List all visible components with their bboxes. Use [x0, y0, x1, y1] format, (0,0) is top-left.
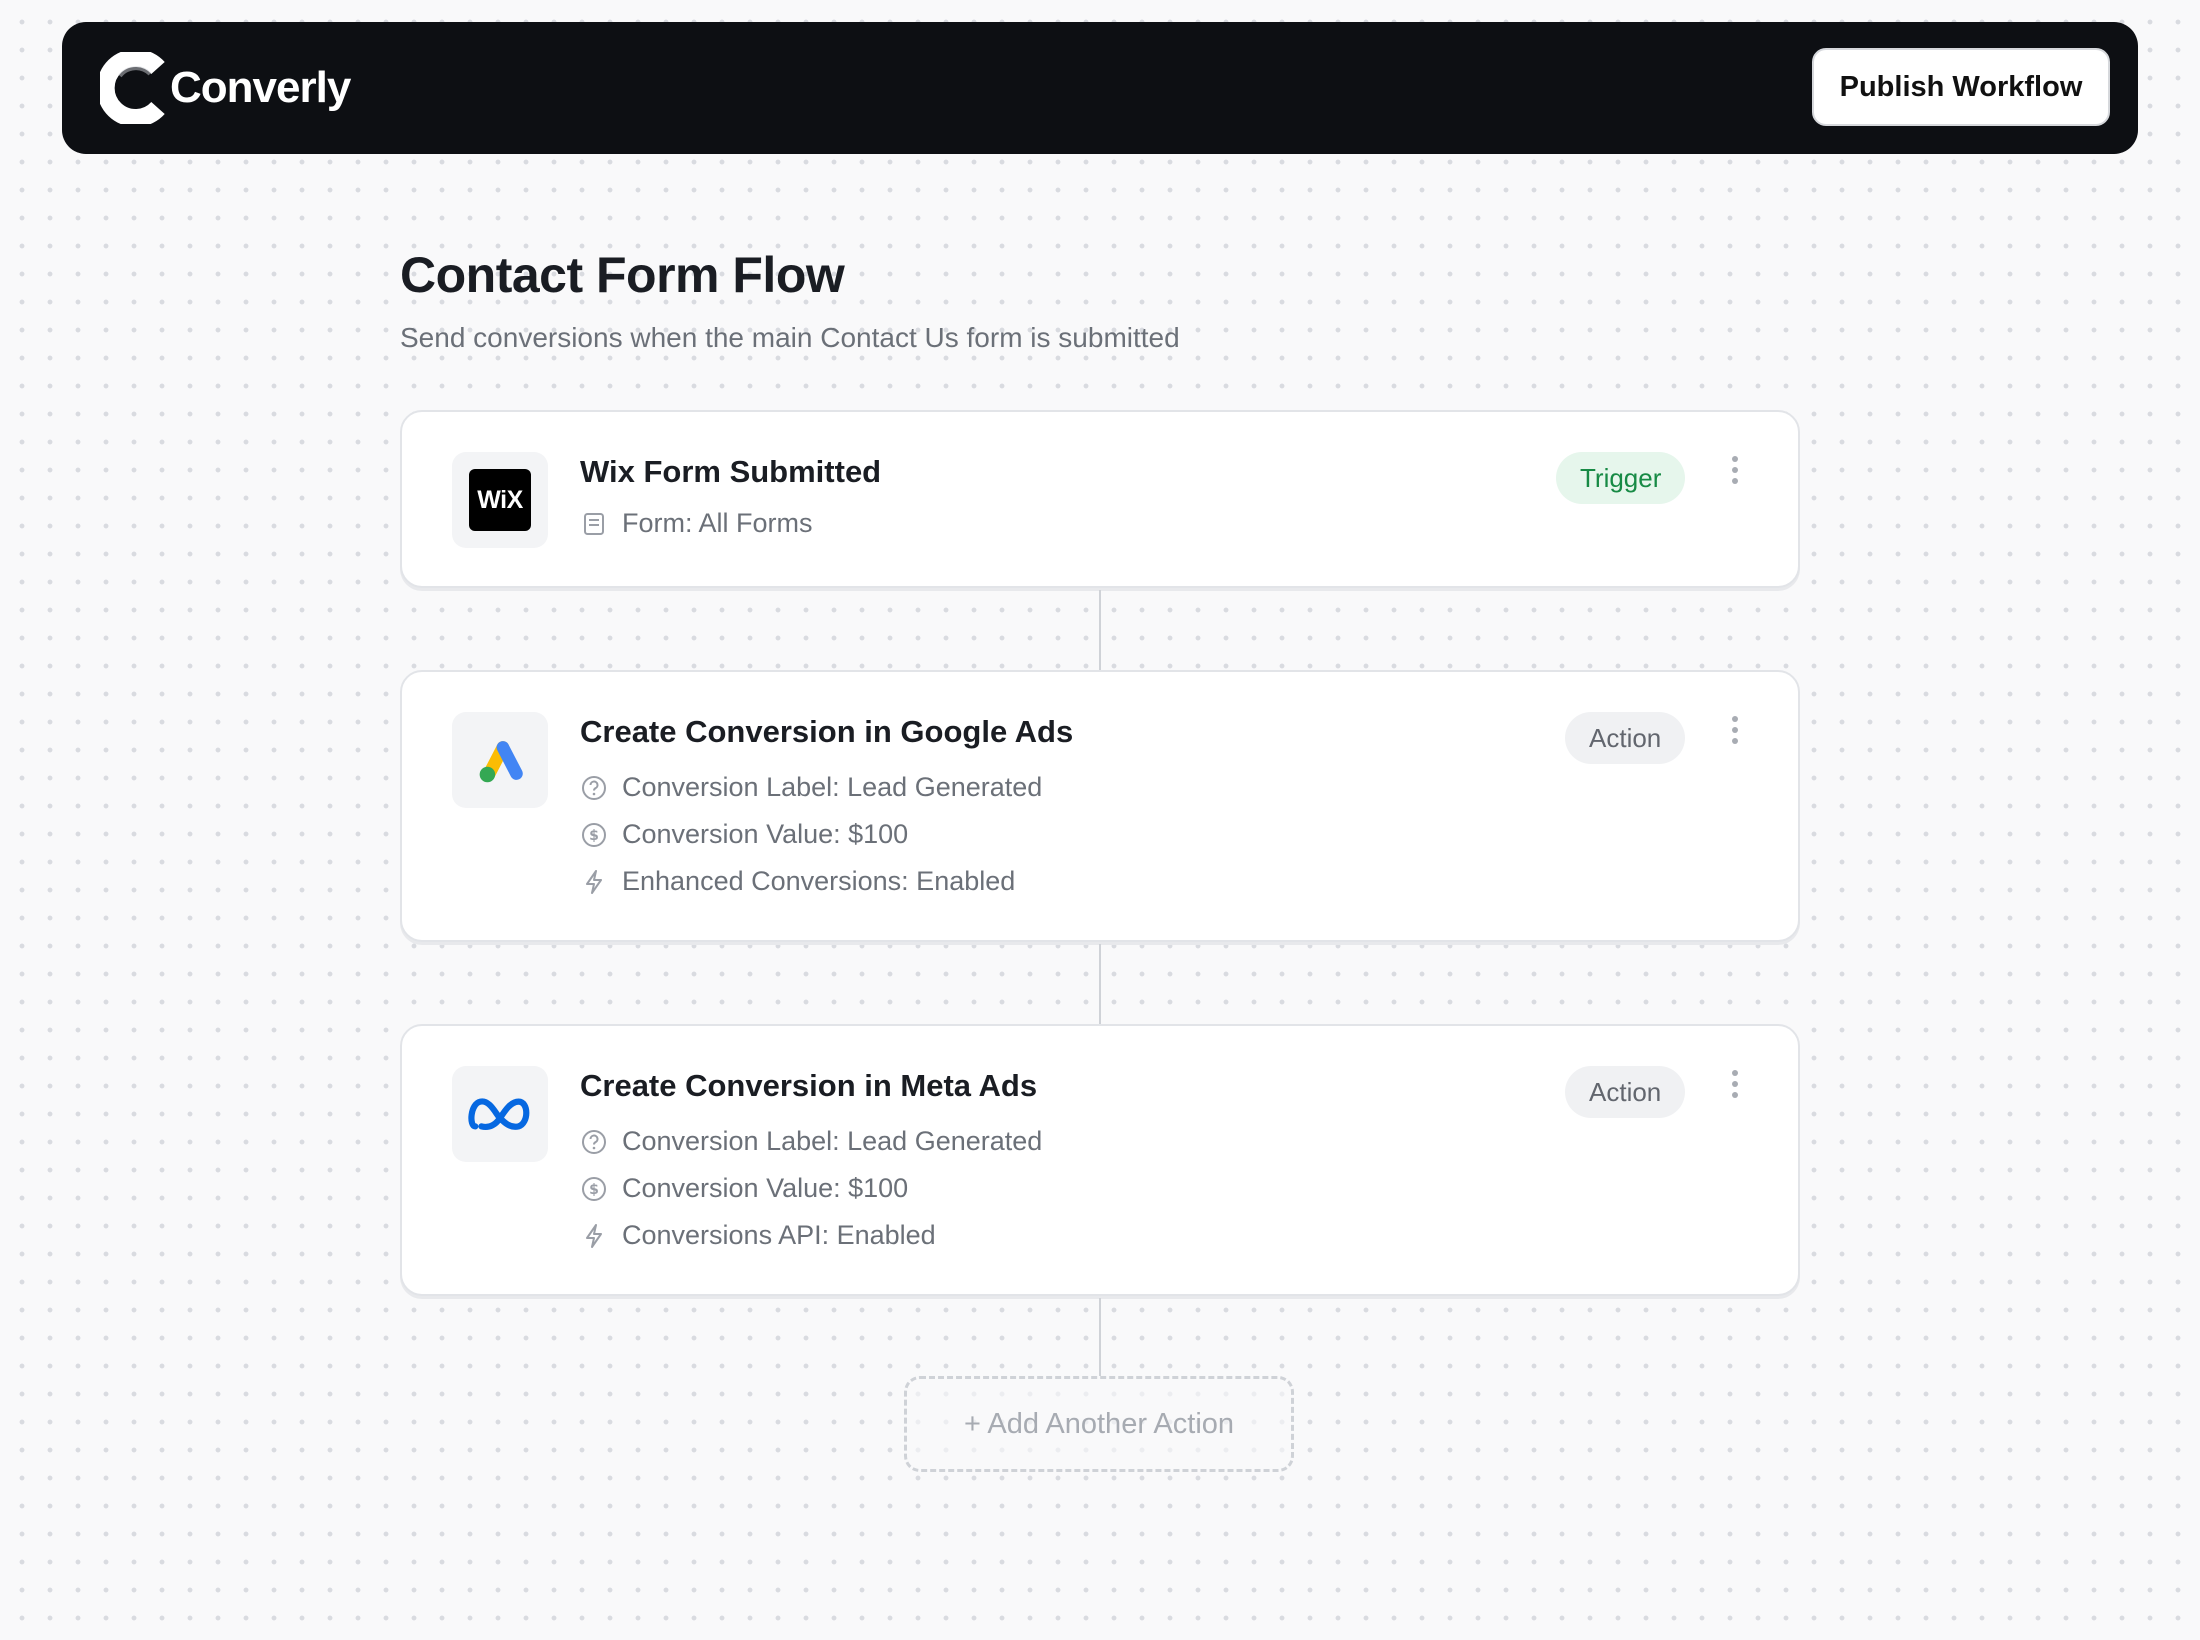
help-circle-icon [580, 774, 608, 802]
publish-workflow-button[interactable]: Publish Workflow [1812, 48, 2110, 126]
brand-logo[interactable]: Converly [100, 52, 351, 124]
step-title: Create Conversion in Google Ads [580, 714, 1074, 749]
more-options-icon[interactable] [1724, 456, 1746, 496]
google-ads-logo [479, 741, 523, 783]
google-ads-logo-container [452, 712, 548, 808]
step-detail-text: Conversion Label: Lead Generated [622, 1126, 1043, 1156]
step-connector [1099, 944, 1101, 1024]
step-detail-text: Conversion Value: $100 [622, 819, 909, 849]
step-detail: $ Conversion Value: $100 [580, 1173, 908, 1204]
svg-text:$: $ [589, 828, 599, 844]
trigger-badge: Trigger [1556, 452, 1686, 504]
page-title: Contact Form Flow [400, 247, 845, 303]
step-connector [1099, 1298, 1101, 1376]
more-options-icon[interactable] [1724, 1070, 1746, 1110]
step-detail-text: Form: All Forms [622, 508, 813, 538]
brand-name: Converly [170, 63, 351, 112]
step-detail-text: Conversions API: Enabled [622, 1220, 936, 1250]
dollar-circle-icon: $ [580, 821, 608, 849]
action-card-google-ads[interactable]: Create Conversion in Google Ads Conversi… [400, 670, 1800, 942]
converly-logo-icon [100, 52, 165, 124]
step-detail: Conversions API: Enabled [580, 1220, 936, 1251]
step-detail: Conversion Label: Lead Generated [580, 1126, 1042, 1157]
trigger-card-wix-form-submitted[interactable]: WiX Wix Form Submitted Form: All Forms T… [400, 410, 1800, 588]
lightning-icon [580, 1222, 608, 1250]
step-detail-text: Enhanced Conversions: Enabled [622, 866, 1016, 896]
add-another-action-button[interactable]: + Add Another Action [904, 1376, 1294, 1472]
meta-logo-container [452, 1066, 548, 1162]
action-card-meta-ads[interactable]: Create Conversion in Meta Ads Conversion… [400, 1024, 1800, 1296]
step-detail: $ Conversion Value: $100 [580, 819, 908, 850]
form-icon [580, 510, 608, 538]
wix-logo: WiX [469, 469, 531, 531]
step-detail: Enhanced Conversions: Enabled [580, 866, 1015, 897]
step-detail-text: Conversion Value: $100 [622, 1173, 909, 1203]
action-badge: Action [1565, 1066, 1686, 1118]
svg-text:$: $ [589, 1182, 599, 1198]
step-title: Wix Form Submitted [580, 454, 882, 489]
step-detail: Conversion Label: Lead Generated [580, 772, 1042, 803]
lightning-icon [580, 868, 608, 896]
more-options-icon[interactable] [1724, 716, 1746, 756]
help-circle-icon [580, 1128, 608, 1156]
meta-logo [468, 1098, 530, 1130]
dollar-circle-icon: $ [580, 1175, 608, 1203]
wix-logo-container: WiX [452, 452, 548, 548]
step-title: Create Conversion in Meta Ads [580, 1068, 1038, 1103]
action-badge: Action [1565, 712, 1686, 764]
step-connector [1099, 590, 1101, 670]
top-bar: Converly Publish Workflow [62, 22, 2138, 154]
wix-logo-text: WiX [477, 485, 523, 514]
step-detail: Form: All Forms [580, 508, 813, 539]
page-subtitle: Send conversions when the main Contact U… [400, 322, 1180, 353]
step-detail-text: Conversion Label: Lead Generated [622, 772, 1043, 802]
